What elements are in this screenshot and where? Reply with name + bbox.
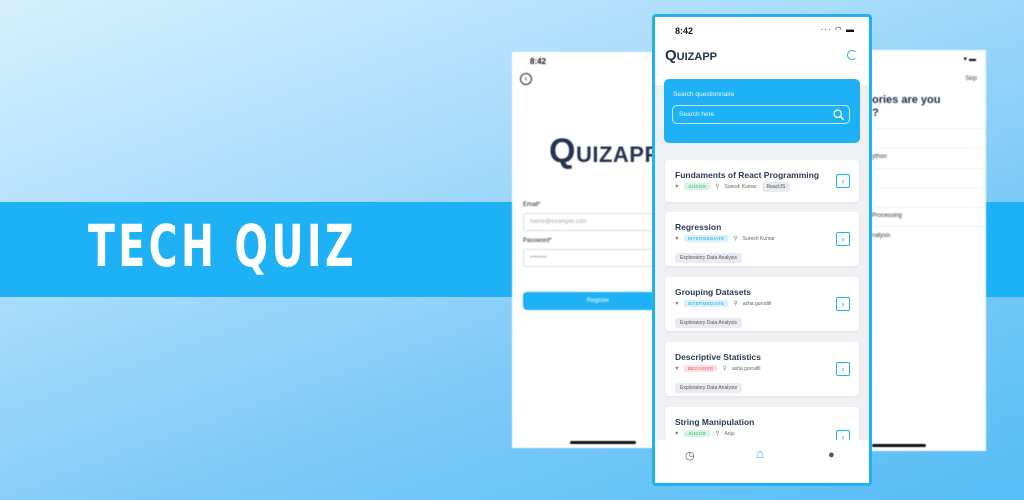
chevron-right-icon: › bbox=[841, 299, 845, 309]
search-label: Search questionnaire bbox=[673, 91, 735, 98]
level-badge: BEGINNER bbox=[683, 365, 718, 372]
divider bbox=[852, 128, 986, 129]
category-item[interactable]: nalysis bbox=[872, 233, 890, 239]
back-button[interactable]: ‹ bbox=[520, 73, 532, 85]
topic-tag: ReactJS bbox=[761, 181, 791, 192]
banner-title: TECH QUIZ bbox=[88, 212, 357, 280]
search-placeholder: Search here bbox=[679, 111, 715, 118]
heart-icon[interactable]: ♥ bbox=[675, 366, 679, 372]
status-time: 8:42 bbox=[530, 57, 547, 66]
heart-icon[interactable]: ♥ bbox=[675, 301, 679, 307]
logout-icon[interactable] bbox=[847, 50, 857, 60]
history-icon[interactable]: ◷ bbox=[685, 449, 695, 462]
home-indicator bbox=[872, 444, 926, 447]
home-icon[interactable]: ⌂ bbox=[756, 446, 764, 461]
heart-icon[interactable]: ♥ bbox=[675, 431, 679, 437]
author-name: Anju bbox=[724, 430, 735, 437]
register-button[interactable]: Register bbox=[523, 292, 664, 310]
author-name: asha.gurrallti bbox=[731, 365, 761, 372]
heart-icon[interactable]: ♥ bbox=[675, 236, 679, 242]
search-icon[interactable] bbox=[832, 108, 845, 121]
quiz-title: Grouping Datasets bbox=[675, 287, 752, 297]
quiz-card[interactable]: Descriptive Statistics ♥ BEGINNER ⚲ asha… bbox=[665, 342, 859, 396]
open-quiz-button[interactable]: › bbox=[836, 297, 850, 311]
quiz-title: Fundaments of React Programming bbox=[675, 170, 820, 180]
categories-screen: ▾ ▬ Skip ories are you ? ython Processin… bbox=[852, 50, 986, 451]
search-input[interactable]: Search here bbox=[672, 105, 850, 124]
bottom-tab-bar: ◷ ⌂ ● bbox=[655, 440, 869, 483]
author-name: Suresh Kumar bbox=[742, 235, 775, 242]
author-name: asha.gurrallti bbox=[742, 300, 772, 307]
categories-heading: ories are you ? bbox=[872, 94, 941, 119]
divider bbox=[852, 147, 986, 148]
app-logo: QUIZAPP bbox=[665, 47, 718, 64]
chevron-right-icon: › bbox=[841, 364, 845, 374]
level-badge: INTERMEDIATE bbox=[683, 300, 729, 307]
status-icons: ▾ ▬ bbox=[963, 56, 976, 63]
category-item[interactable]: ython bbox=[872, 154, 887, 160]
divider bbox=[852, 226, 986, 227]
person-icon: ⚲ bbox=[733, 236, 738, 242]
password-label: Password* bbox=[523, 238, 552, 244]
quiz-meta: ♥ INTERMEDIATE ⚲ asha.gurrallti bbox=[675, 299, 771, 308]
level-badge: INTERMEDIATE bbox=[683, 235, 729, 242]
email-label: Email* bbox=[523, 202, 541, 208]
profile-icon[interactable]: ● bbox=[828, 449, 835, 461]
heart-icon[interactable]: ♥ bbox=[675, 184, 679, 190]
quiz-meta: ♥ BEGINNER ⚲ asha.gurrallti bbox=[675, 364, 761, 373]
divider bbox=[852, 207, 986, 208]
person-icon: ⚲ bbox=[715, 431, 720, 437]
quiz-title: Regression bbox=[675, 222, 722, 232]
quiz-card[interactable]: Regression ♥ INTERMEDIATE ⚲ Suresh Kumar… bbox=[665, 212, 859, 266]
quiz-card[interactable]: Fundaments of React Programming ♥ JUNIOR… bbox=[665, 160, 859, 202]
status-icons: ··· ◠ ▬ bbox=[820, 25, 855, 34]
topic-tag: Exploratory Data Analysis bbox=[675, 253, 742, 263]
quiz-meta: ♥ JUNIOR ⚲ Anju bbox=[675, 429, 735, 438]
skip-button[interactable]: Skip bbox=[965, 76, 977, 82]
quiz-meta: ♥ JUNIOR ⚲ Suresh Kumar ReactJS bbox=[675, 181, 791, 192]
chevron-right-icon: › bbox=[841, 176, 845, 186]
quiz-card[interactable]: Grouping Datasets ♥ INTERMEDIATE ⚲ asha.… bbox=[665, 277, 859, 331]
divider bbox=[852, 187, 986, 188]
topic-tag: Exploratory Data Analysis bbox=[675, 383, 742, 393]
register-screen: 8:42 ‹ QUIZAPP Email* name@example.com P… bbox=[512, 52, 664, 448]
chevron-left-icon: ‹ bbox=[524, 74, 528, 83]
open-quiz-button[interactable]: › bbox=[836, 232, 850, 246]
category-item[interactable]: Processing bbox=[872, 213, 902, 219]
level-badge: JUNIOR bbox=[683, 430, 711, 437]
person-icon: ⚲ bbox=[722, 366, 727, 372]
author-name: Suresh Kumar bbox=[724, 183, 757, 190]
quiz-title: String Manipulation bbox=[675, 417, 755, 427]
home-indicator bbox=[570, 441, 636, 444]
chevron-right-icon: › bbox=[841, 234, 845, 244]
open-quiz-button[interactable]: › bbox=[836, 174, 850, 188]
email-field[interactable]: name@example.com bbox=[523, 213, 664, 231]
top-bar: 8:42 ··· ◠ ▬ QUIZAPP bbox=[655, 17, 869, 85]
status-time: 8:42 bbox=[675, 26, 694, 36]
open-quiz-button[interactable]: › bbox=[836, 362, 850, 376]
divider bbox=[852, 168, 986, 169]
level-badge: JUNIOR bbox=[683, 183, 711, 190]
app-logo: QUIZAPP bbox=[549, 132, 660, 170]
quiz-meta: ♥ INTERMEDIATE ⚲ Suresh Kumar bbox=[675, 234, 775, 243]
search-card: Search questionnaire Search here bbox=[664, 79, 860, 143]
person-icon: ⚲ bbox=[715, 184, 720, 190]
topic-tag: Exploratory Data Analysis bbox=[675, 318, 742, 328]
password-field[interactable]: •••••••• bbox=[523, 249, 664, 267]
person-icon: ⚲ bbox=[733, 301, 738, 307]
quiz-list-screen: 8:42 ··· ◠ ▬ QUIZAPP Search questionnair… bbox=[652, 14, 872, 486]
quiz-title: Descriptive Statistics bbox=[675, 352, 761, 362]
